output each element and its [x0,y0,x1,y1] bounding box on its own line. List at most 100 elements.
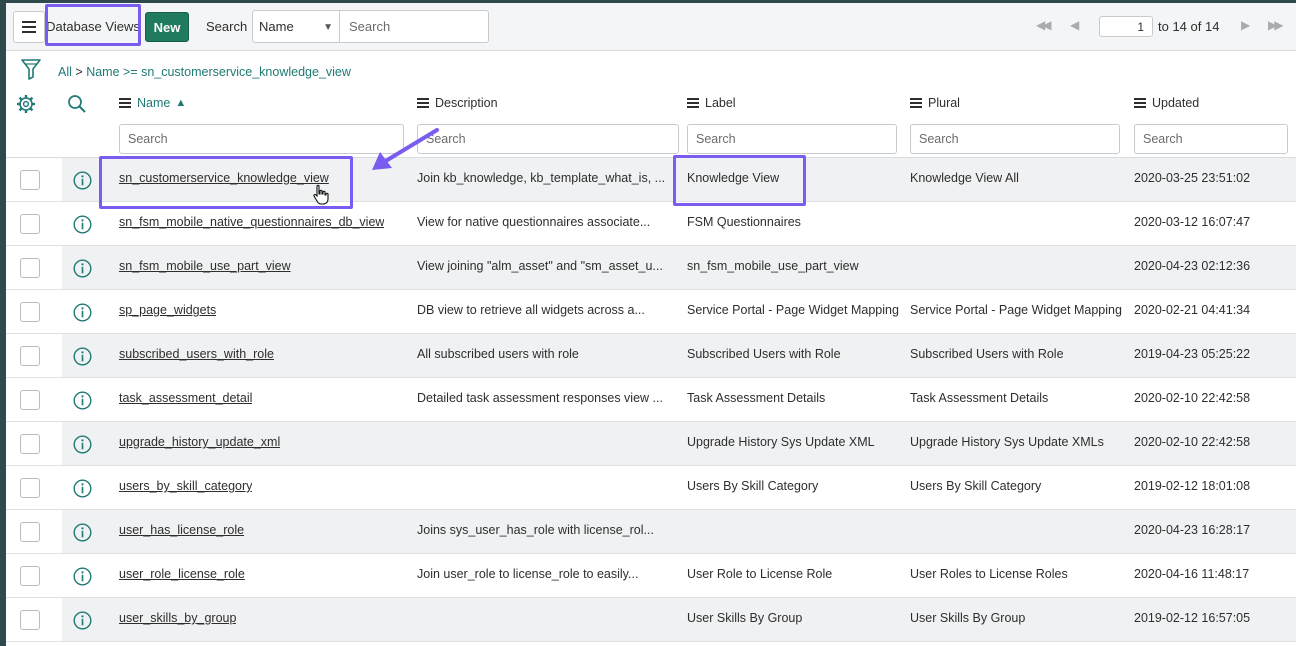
cell-updated: 2020-04-16 11:48:17 [1134,567,1250,581]
list-title[interactable]: Database Views [46,8,140,44]
search-field-selected: Name [259,19,294,34]
cell-updated: 2020-04-23 02:12:36 [1134,259,1251,273]
table-row[interactable]: user_has_license_role Joins sys_user_has… [6,510,1296,554]
info-icon[interactable] [73,567,92,586]
cell-name[interactable]: upgrade_history_update_xml [119,435,280,449]
row-checkbox[interactable] [20,610,40,630]
info-icon[interactable] [73,347,92,366]
cell-name[interactable]: subscribed_users_with_role [119,347,274,361]
table-row[interactable]: subscribed_users_with_role All subscribe… [6,334,1296,378]
column-search-row [6,119,1296,158]
table-row[interactable]: sn_customerservice_knowledge_view Join k… [6,158,1296,202]
table-row[interactable]: user_skills_by_group User Skills By Grou… [6,598,1296,642]
row-checkbox[interactable] [20,434,40,454]
row-checkbox[interactable] [20,522,40,542]
breadcrumb-all[interactable]: All [58,65,72,79]
row-checkbox[interactable] [20,478,40,498]
column-header-name[interactable]: Name ▲ [119,96,186,110]
column-menu-icon[interactable] [910,98,922,108]
cell-plural: Users By Skill Category [910,479,1042,493]
next-page-icon[interactable]: ▶ [1241,18,1250,32]
cell-name[interactable]: sn_fsm_mobile_use_part_view [119,259,291,273]
table-row[interactable]: users_by_skill_category Users By Skill C… [6,466,1296,510]
info-icon[interactable] [73,391,92,410]
cell-description: Joins sys_user_has_role with license_rol… [417,523,654,537]
cell-label: User Role to License Role [687,567,833,581]
breadcrumb-condition[interactable]: Name >= sn_customerservice_knowledge_vie… [86,65,351,79]
cell-label: Users By Skill Category [687,479,819,493]
column-header-label[interactable]: Label [687,96,736,110]
info-icon[interactable] [73,479,92,498]
info-icon[interactable] [73,611,92,630]
cell-updated: 2019-02-12 16:57:05 [1134,611,1251,625]
info-icon[interactable] [73,303,92,322]
page-number-input[interactable] [1099,16,1153,37]
table-row[interactable]: sn_fsm_mobile_use_part_view View joining… [6,246,1296,290]
cell-label: User Skills By Group [687,611,803,625]
table-row[interactable]: user_role_license_role Join user_role to… [6,554,1296,598]
plural-search-input[interactable] [910,124,1120,154]
row-checkbox[interactable] [20,346,40,366]
name-search-input[interactable] [119,124,404,154]
cell-updated: 2020-04-23 16:28:17 [1134,523,1251,537]
filter-funnel-icon[interactable] [20,57,42,81]
row-checkbox[interactable] [20,214,40,234]
row-checkbox[interactable] [20,566,40,586]
cell-name[interactable]: user_role_license_role [119,567,245,581]
info-icon[interactable] [73,171,92,190]
search-icon[interactable] [67,94,87,114]
list-menu-button[interactable] [13,11,45,43]
column-header-plural[interactable]: Plural [910,96,960,110]
column-menu-icon[interactable] [119,98,131,108]
cell-name[interactable]: users_by_skill_category [119,479,252,493]
list-table: Name ▲ Description Label Plural Updated [6,89,1296,642]
table-row[interactable]: upgrade_history_update_xml Upgrade Histo… [6,422,1296,466]
row-checkbox[interactable] [20,258,40,278]
row-checkbox-cell [6,378,62,421]
column-label-description: Description [435,96,498,110]
column-header-updated[interactable]: Updated [1134,96,1199,110]
row-checkbox[interactable] [20,390,40,410]
info-icon[interactable] [73,523,92,542]
info-icon[interactable] [73,259,92,278]
updated-search-input[interactable] [1134,124,1288,154]
previous-page-icon[interactable]: ◀ [1070,18,1079,32]
cell-name[interactable]: user_has_license_role [119,523,244,537]
column-menu-icon[interactable] [1134,98,1146,108]
table-row[interactable]: sn_fsm_mobile_native_questionnaires_db_v… [6,202,1296,246]
search-field-select[interactable]: Name ▼ [252,10,340,43]
column-header-description[interactable]: Description [417,96,498,110]
cell-updated: 2020-03-25 23:51:02 [1134,171,1251,185]
cell-name[interactable]: sn_fsm_mobile_native_questionnaires_db_v… [119,215,384,229]
table-row[interactable]: task_assessment_detail Detailed task ass… [6,378,1296,422]
cell-name[interactable]: sn_customerservice_knowledge_view [119,171,329,185]
info-icon[interactable] [73,435,92,454]
first-page-icon[interactable]: ◀◀ [1036,18,1052,32]
description-search-input[interactable] [417,124,679,154]
last-page-icon[interactable]: ▶▶ [1268,18,1284,32]
new-button[interactable]: New [145,12,189,42]
column-menu-icon[interactable] [687,98,699,108]
row-checkbox-cell [6,510,62,553]
cell-label: Task Assessment Details [687,391,826,405]
label-search-input[interactable] [687,124,897,154]
row-checkbox-cell [6,554,62,597]
cell-name[interactable]: user_skills_by_group [119,611,236,625]
page-range-text: to 14 of 14 [1158,19,1220,34]
search-input[interactable] [340,10,489,43]
row-checkbox-cell [6,466,62,509]
cell-label: FSM Questionnaires [687,215,801,229]
table-header-row: Name ▲ Description Label Plural Updated [6,89,1296,119]
table-row[interactable]: sp_page_widgets DB view to retrieve all … [6,290,1296,334]
column-label-plural: Plural [928,96,960,110]
row-checkbox[interactable] [20,302,40,322]
row-checkbox[interactable] [20,170,40,190]
gear-icon[interactable] [16,94,36,114]
column-menu-icon[interactable] [417,98,429,108]
breadcrumb-separator: > [75,65,83,79]
sort-ascending-icon: ▲ [175,97,187,109]
row-checkbox-cell [6,158,62,201]
cell-name[interactable]: task_assessment_detail [119,391,252,405]
cell-name[interactable]: sp_page_widgets [119,303,216,317]
info-icon[interactable] [73,215,92,234]
